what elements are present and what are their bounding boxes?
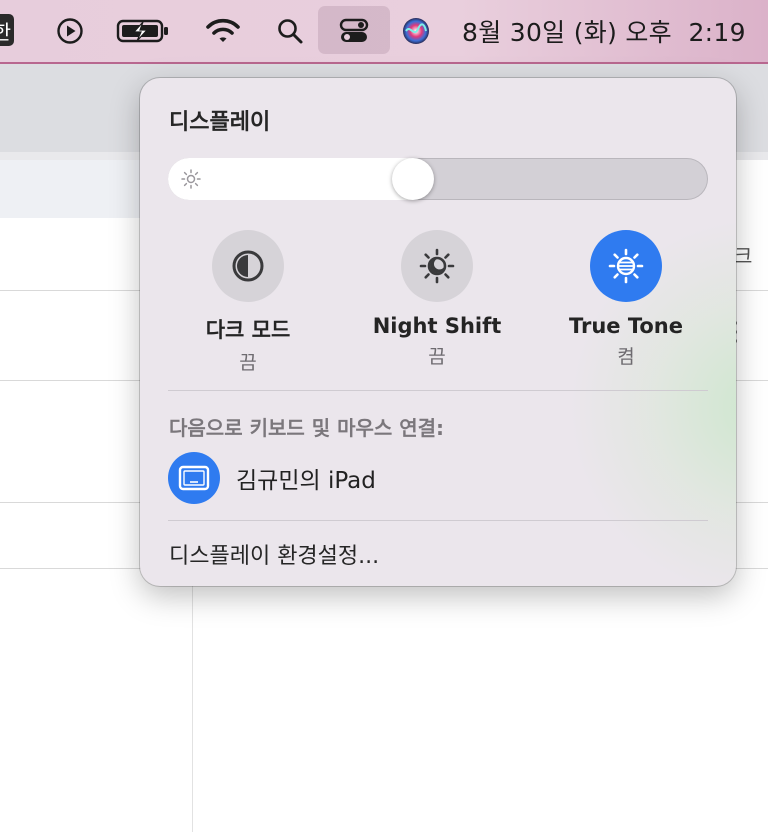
true-tone-state: 켬: [617, 346, 635, 368]
true-tone-toggle[interactable]: True Tone 켬: [536, 230, 716, 369]
input-source-icon[interactable]: 한: [0, 14, 14, 46]
display-control-panel: 디스플레이 다크 모드 끔 Night Shift 끔 True Tone 켬 …: [140, 78, 736, 586]
partial-label: 크: [734, 244, 753, 268]
ipad-display-icon: [168, 452, 220, 504]
sidebar-selected-row[interactable]: [0, 160, 140, 218]
true-tone-label: True Tone: [568, 314, 684, 338]
display-preferences-link[interactable]: 디스플레이 환경설정...: [169, 538, 379, 570]
night-shift-toggle[interactable]: Night Shift 끔: [347, 230, 527, 369]
control-center-icon[interactable]: [338, 0, 370, 62]
display-section-title: 디스플레이: [169, 110, 271, 135]
menubar-clock[interactable]: 8월 30일 (화) 오후 2:19: [462, 0, 746, 62]
true-tone-icon[interactable]: [590, 230, 662, 302]
search-icon[interactable]: [274, 0, 306, 62]
dark-mode-toggle[interactable]: 다크 모드 끔: [158, 230, 338, 375]
battery-charging-icon[interactable]: [116, 0, 170, 62]
brightness-sun-icon: [181, 169, 201, 189]
siri-icon[interactable]: [400, 0, 432, 62]
brightness-slider-knob[interactable]: [392, 158, 434, 200]
dark-mode-label: 다크 모드: [205, 318, 291, 342]
brightness-fill: [168, 158, 413, 200]
ipad-device-name: 김규민의 iPad: [236, 468, 376, 494]
play-icon[interactable]: [54, 0, 86, 62]
keyboard-mouse-heading: 다음으로 키보드 및 마우스 연결:: [169, 416, 445, 440]
night-shift-icon[interactable]: [401, 230, 473, 302]
menu-bar: 한 8월 30일 (화) 오후 2:19: [0, 0, 768, 64]
wifi-icon[interactable]: [204, 0, 242, 62]
night-shift-state: 끔: [428, 346, 446, 368]
dark-mode-state: 끔: [239, 352, 257, 374]
section-divider: [168, 520, 708, 521]
input-source-label: 한: [0, 19, 11, 44]
night-shift-label: Night Shift: [372, 314, 502, 338]
ipad-device-item[interactable]: 김규민의 iPad: [168, 452, 376, 504]
section-divider: [168, 390, 708, 391]
dark-mode-icon[interactable]: [212, 230, 284, 302]
brightness-slider[interactable]: [168, 158, 708, 200]
